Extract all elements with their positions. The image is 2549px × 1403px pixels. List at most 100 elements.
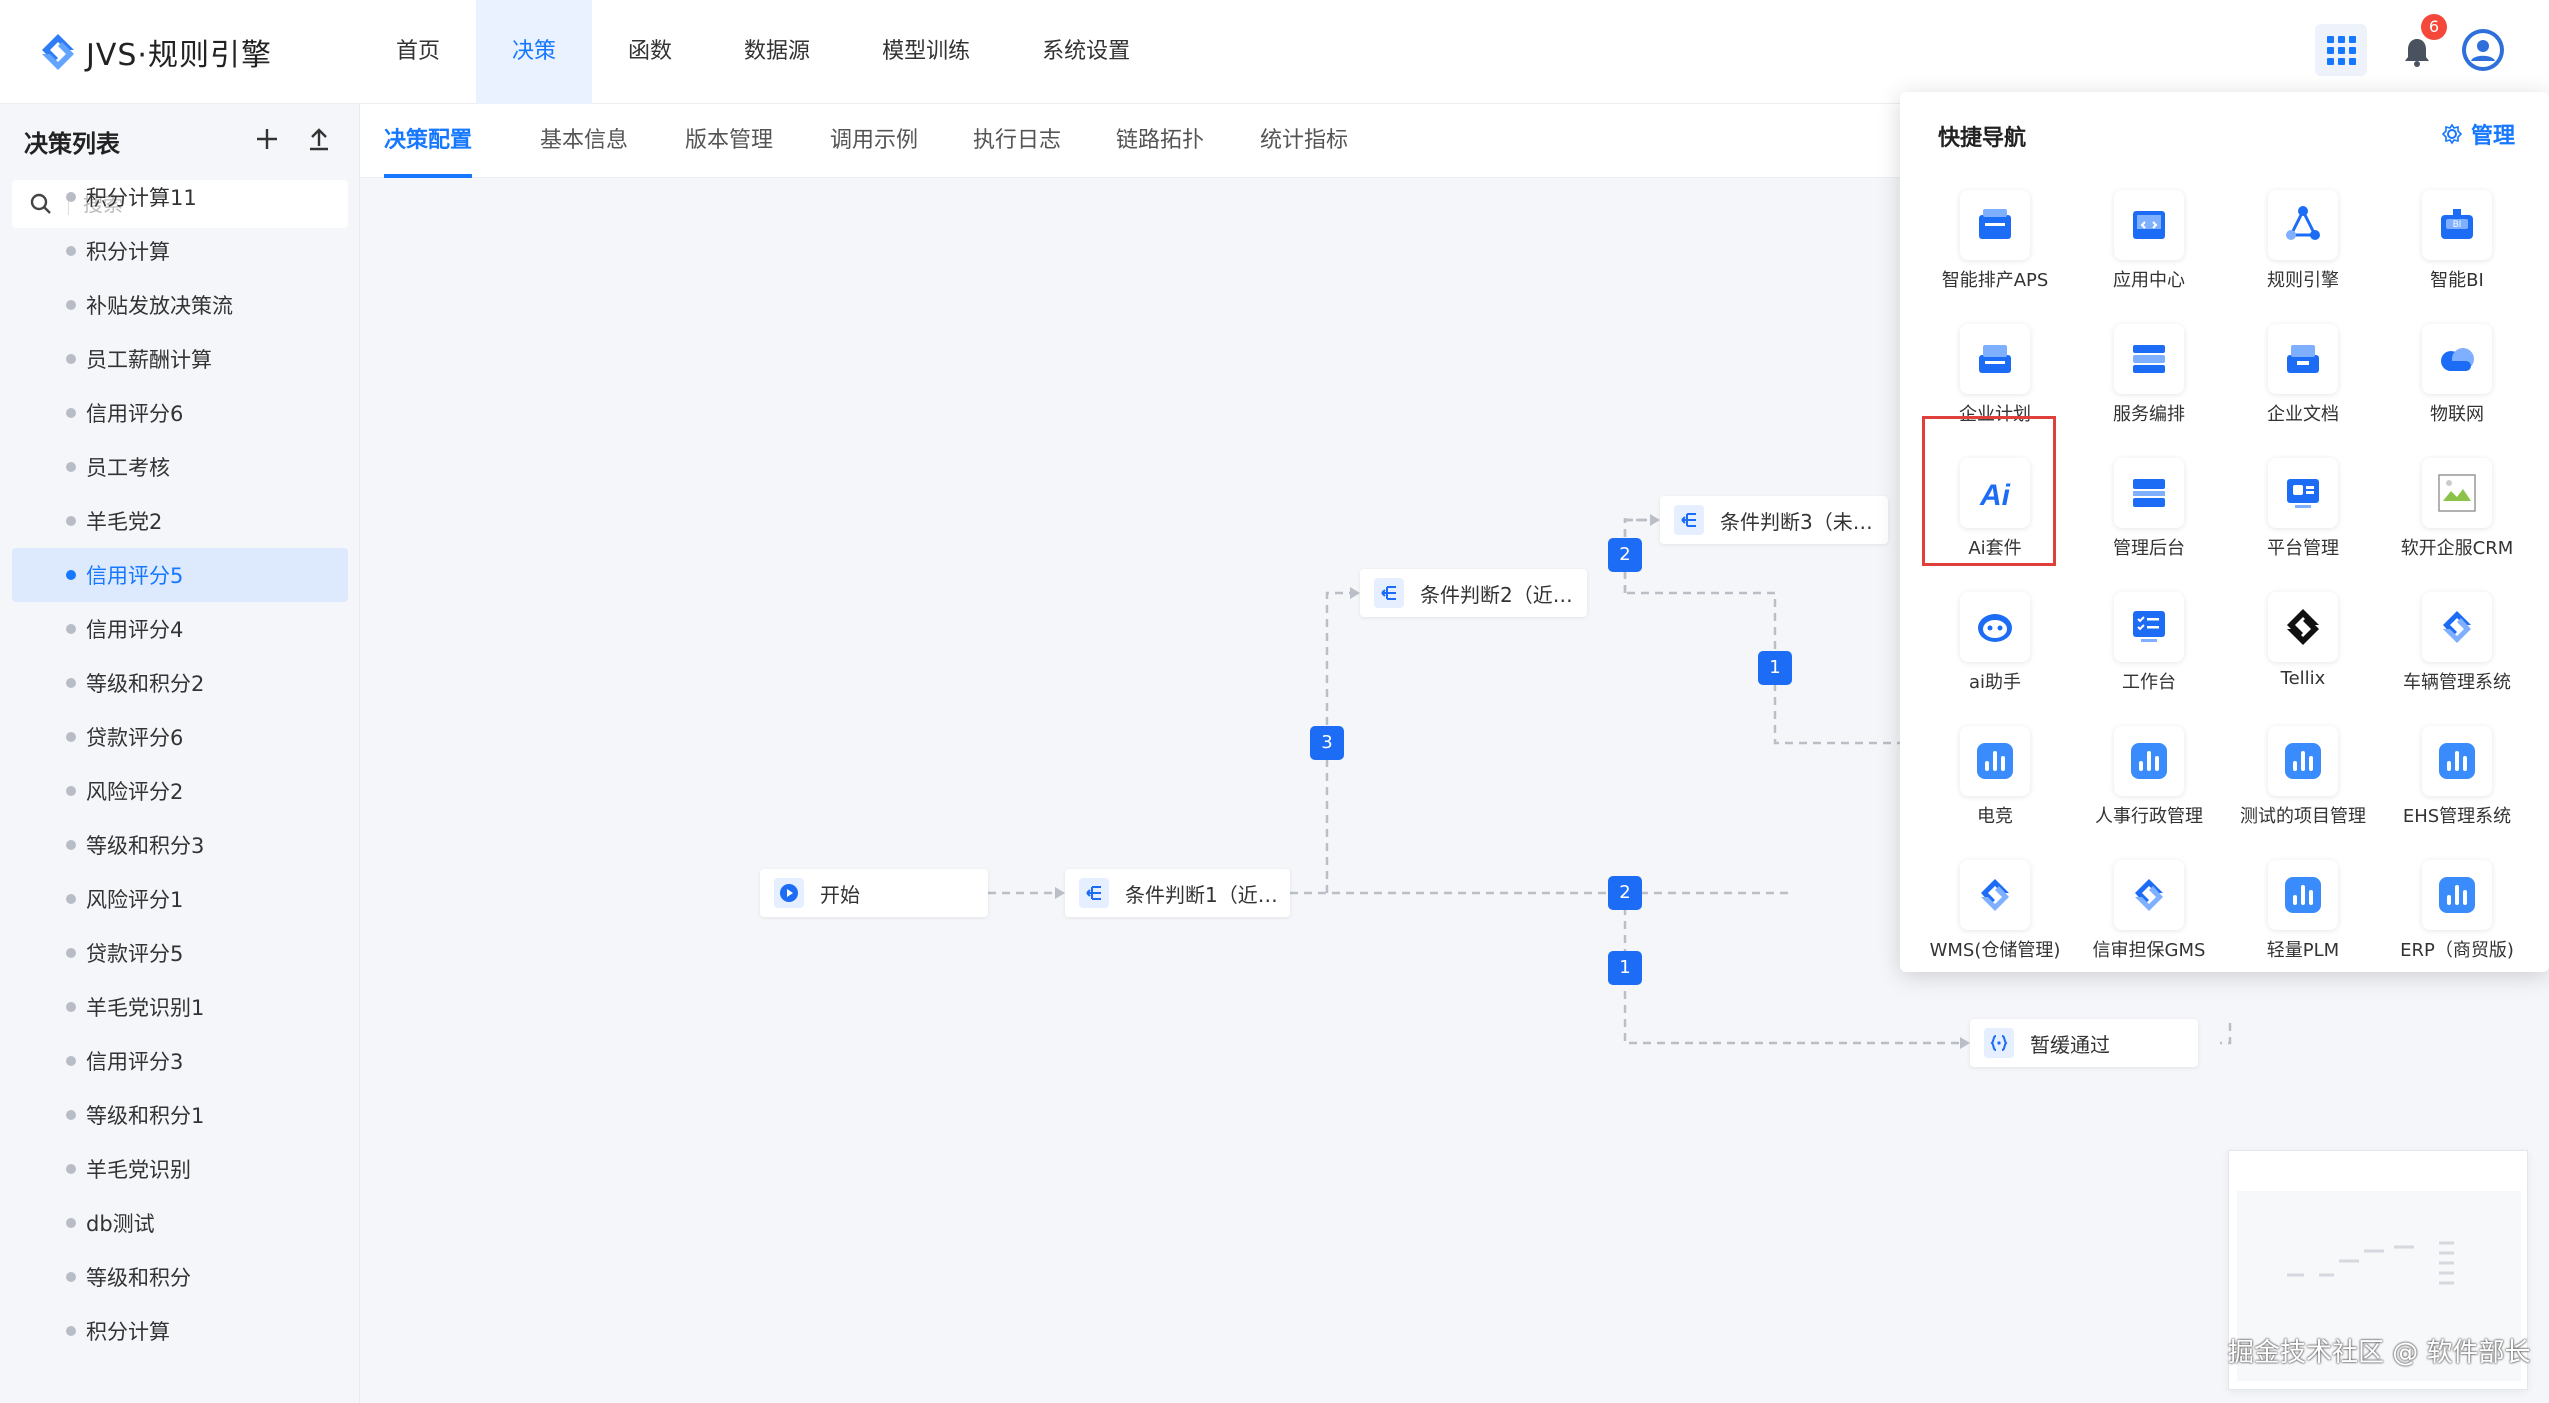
tab-execution-log[interactable]: 执行日志 [973, 104, 1061, 178]
quick-nav-manage-button[interactable]: 管理 [2441, 118, 2515, 150]
quick-nav-app[interactable]: 管理后台 [2072, 444, 2226, 578]
top-header: JVS·规则引擎 首页 决策 函数 数据源 模型训练 系统设置 6 [0, 0, 2549, 104]
sidebar-item-label: 等级和积分 [86, 1266, 191, 1290]
ai-assistant-icon [1960, 592, 2030, 662]
plan-icon [1960, 324, 2030, 394]
sidebar-item[interactable]: 积分计算 [12, 224, 348, 278]
flow-node-label: 暂缓通过 [2030, 1032, 2110, 1057]
nav-system-settings[interactable]: 系统设置 [1006, 0, 1166, 104]
watermark-text: 掘金技术社区 @ 软件部长 [2228, 1338, 2531, 1368]
sidebar-item[interactable]: 信用评分6 [12, 386, 348, 440]
sidebar-item-label: 信用评分6 [86, 402, 184, 426]
quick-nav-app[interactable]: Tellix [2226, 578, 2380, 712]
sidebar-item[interactable]: 等级和积分 [12, 1250, 348, 1304]
sidebar-item[interactable]: 羊毛党识别 [12, 1142, 348, 1196]
nav-home[interactable]: 首页 [360, 0, 476, 104]
quick-nav-app[interactable]: 测试的项目管理 [2226, 712, 2380, 846]
bar-chart-icon [2268, 860, 2338, 930]
tab-statistics[interactable]: 统计指标 [1260, 104, 1348, 178]
quick-nav-app[interactable]: 应用中心 [2072, 176, 2226, 310]
sidebar-item[interactable]: 羊毛党识别1 [12, 980, 348, 1034]
tab-decision-config[interactable]: 决策配置 [384, 104, 473, 178]
sidebar-item[interactable]: 羊毛党2 [12, 494, 348, 548]
sidebar-item[interactable]: 信用评分3 [12, 1034, 348, 1088]
sidebar-item-label: 风险评分2 [86, 780, 184, 804]
sidebar-item[interactable]: 风险评分2 [12, 764, 348, 818]
nav-function[interactable]: 函数 [592, 0, 708, 104]
sidebar-item[interactable]: 等级和积分3 [12, 818, 348, 872]
quick-nav-app[interactable]: 工作台 [2072, 578, 2226, 712]
quick-nav-app[interactable]: 智能排产APS [1918, 176, 2072, 310]
sidebar-item-label: 羊毛党识别 [86, 1158, 191, 1182]
tab-version-management[interactable]: 版本管理 [685, 104, 773, 178]
user-avatar[interactable] [2461, 28, 2505, 72]
quick-nav-app-label: 物联网 [2430, 404, 2484, 425]
quick-nav-app[interactable]: ai助手 [1918, 578, 2072, 712]
flow-node-pause-pass[interactable]: 暂缓通过 [1970, 1019, 2198, 1067]
quick-nav-app[interactable]: WMS(仓储管理) [1918, 846, 2072, 980]
sidebar-item[interactable]: 等级和积分1 [12, 1088, 348, 1142]
nav-model-training[interactable]: 模型训练 [846, 0, 1006, 104]
sidebar-item[interactable]: 补贴发放决策流 [12, 278, 348, 332]
tab-basic-info[interactable]: 基本信息 [540, 104, 628, 178]
quick-nav-app-label: Tellix [2280, 668, 2326, 689]
sidebar-item[interactable]: 贷款评分6 [12, 710, 348, 764]
quick-nav-app[interactable]: 人事行政管理 [2072, 712, 2226, 846]
quick-nav-app[interactable]: 电竞 [1918, 712, 2072, 846]
flow-node-condition-2[interactable]: 条件判断2（近… [1360, 569, 1587, 617]
sidebar-item[interactable]: 信用评分5 [12, 548, 348, 602]
flow-node-condition-3[interactable]: 条件判断3（未… [1660, 496, 1888, 544]
bullet-dot [66, 786, 76, 796]
branch-number-badge[interactable]: 3 [1310, 726, 1344, 760]
nav-datasource[interactable]: 数据源 [708, 0, 846, 104]
quick-nav-app-label: 轻量PLM [2266, 940, 2340, 961]
top-nav: 首页 决策 函数 数据源 模型训练 系统设置 [360, 0, 1166, 104]
app-title: JVS·规则引擎 [86, 38, 272, 73]
quick-nav-app[interactable]: 轻量PLM [2226, 846, 2380, 980]
upload-icon[interactable] [302, 122, 336, 156]
quick-nav-app[interactable]: 规则引擎 [2226, 176, 2380, 310]
sidebar-item-label: 信用评分4 [86, 618, 184, 642]
sidebar-item[interactable]: 积分计算11 [12, 170, 348, 224]
aps-icon [1960, 190, 2030, 260]
tab-link-topology[interactable]: 链路拓扑 [1116, 104, 1204, 178]
quick-nav-app[interactable]: ERP（商贸版) [2380, 846, 2534, 980]
branch-number-badge[interactable]: 2 [1608, 538, 1642, 572]
sidebar-item[interactable]: 员工薪酬计算 [12, 332, 348, 386]
branch-number-badge[interactable]: 1 [1758, 651, 1792, 685]
sidebar-item[interactable]: 贷款评分5 [12, 926, 348, 980]
quick-nav-app[interactable]: 信审担保GMS [2072, 846, 2226, 980]
quick-nav-app[interactable]: 软开企服CRM [2380, 444, 2534, 578]
quick-nav-app[interactable]: EHS管理系统 [2380, 712, 2534, 846]
tab-call-example[interactable]: 调用示例 [830, 104, 918, 178]
quick-nav-app[interactable]: 平台管理 [2226, 444, 2380, 578]
quick-nav-app[interactable]: BI 智能BI [2380, 176, 2534, 310]
sidebar-item[interactable]: 信用评分4 [12, 602, 348, 656]
sidebar-item[interactable]: 员工考核 [12, 440, 348, 494]
quick-nav-app[interactable]: 物联网 [2380, 310, 2534, 444]
flow-node-start[interactable]: 开始 [760, 869, 988, 917]
sidebar-item[interactable]: db测试 [12, 1196, 348, 1250]
quick-nav-app-label: 测试的项目管理 [2240, 806, 2366, 827]
bar-chart-icon [2422, 726, 2492, 796]
quick-nav-app-label: 软开企服CRM [2400, 538, 2514, 559]
quick-nav-app-label: 服务编排 [2113, 404, 2185, 425]
branch-number-badge[interactable]: 2 [1608, 876, 1642, 910]
sidebar-title: 决策列表 [24, 130, 120, 158]
quick-nav-app-label: WMS(仓储管理) [1929, 940, 2061, 961]
quick-nav-app[interactable]: 车辆管理系统 [2380, 578, 2534, 712]
apps-grid-button[interactable] [2315, 24, 2367, 76]
nav-decision[interactable]: 决策 [476, 0, 593, 104]
flow-node-condition-1[interactable]: 条件判断1（近… [1065, 869, 1290, 917]
app-logo[interactable]: JVS·规则引擎 [36, 24, 272, 80]
sidebar-item[interactable]: 积分计算 [12, 1304, 348, 1358]
sidebar-item[interactable]: 等级和积分2 [12, 656, 348, 710]
bullet-dot [66, 516, 76, 526]
quick-nav-app[interactable]: 企业文档 [2226, 310, 2380, 444]
quick-nav-app[interactable]: 服务编排 [2072, 310, 2226, 444]
bar-chart-icon [2422, 860, 2492, 930]
sidebar-item[interactable]: 风险评分1 [12, 872, 348, 926]
plus-icon[interactable] [250, 122, 284, 156]
branch-number-badge[interactable]: 1 [1608, 951, 1642, 985]
sidebar-item-label: 员工考核 [86, 456, 170, 480]
